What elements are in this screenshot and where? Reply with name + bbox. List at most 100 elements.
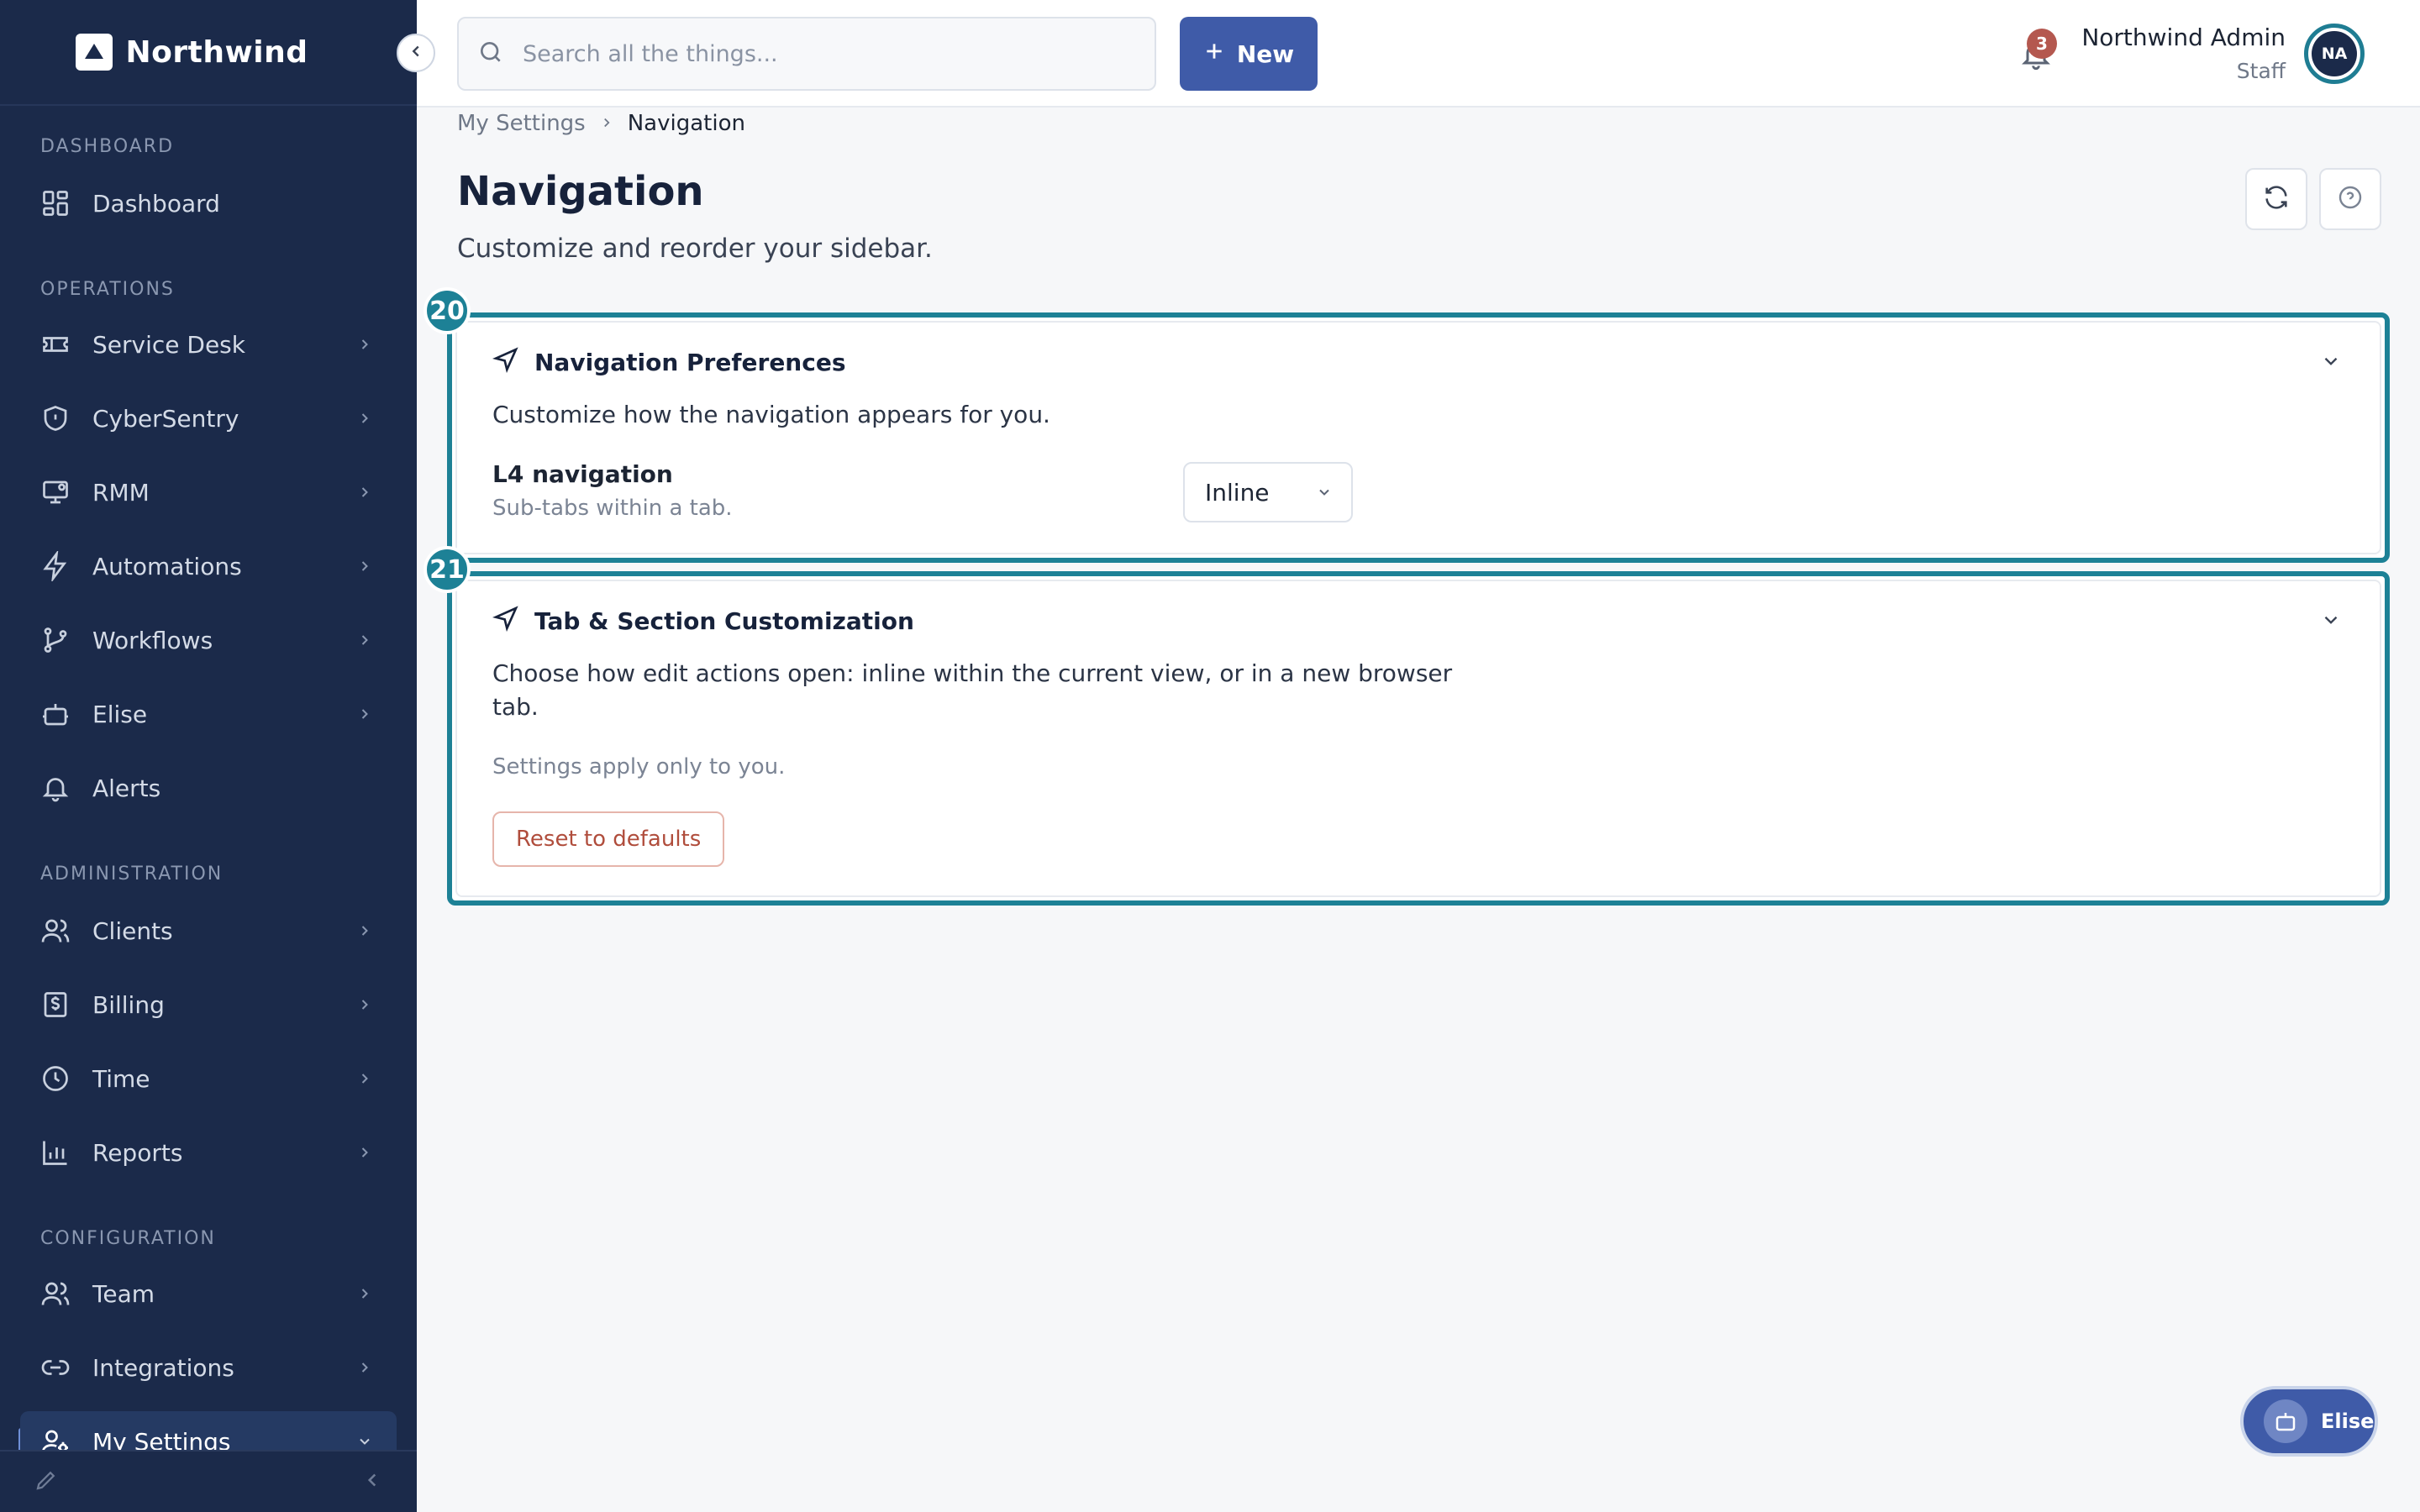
step-badge-20: 20 (424, 287, 471, 334)
search-box[interactable] (457, 17, 1156, 91)
sidebar-item-workflows[interactable]: Workflows (20, 610, 397, 670)
reset-to-defaults-button[interactable]: Reset to defaults (492, 811, 725, 867)
monitor-icon (39, 475, 72, 509)
sidebar-item-team[interactable]: Team (20, 1263, 397, 1324)
settings-scope-note: Settings apply only to you. (492, 754, 786, 780)
users-icon (39, 914, 72, 948)
sidebar-item-clients[interactable]: Clients (20, 900, 397, 961)
chevron-right-icon (353, 1067, 376, 1090)
sidebar-item-label: Dashboard (92, 189, 220, 218)
sidebar-item-label: Clients (92, 916, 173, 945)
step-badge-21: 21 (424, 546, 471, 593)
l4-navigation-select[interactable]: Inline (1183, 462, 1353, 522)
navigation-preferences-header[interactable]: Navigation Preferences (492, 346, 846, 379)
bot-icon (39, 697, 72, 731)
select-value: Inline (1205, 478, 1270, 507)
chevron-right-icon (353, 407, 376, 430)
sidebar-item-label: CyberSentry (92, 404, 239, 433)
chevron-right-icon (353, 1356, 376, 1379)
sidebar-item-billing[interactable]: Billing (20, 974, 397, 1035)
refresh-button[interactable] (2245, 168, 2307, 230)
section-dashboard: DASHBOARD (40, 136, 175, 157)
section-operations: OPERATIONS (40, 279, 175, 300)
sidebar-item-elise[interactable]: Elise (20, 684, 397, 744)
card-title: Tab & Section Customization (534, 607, 914, 635)
top-bar: New 3 Northwind Admin Staff NA (417, 0, 2420, 108)
sidebar-item-alerts[interactable]: Alerts (20, 758, 397, 818)
collapse-sidebar-icon[interactable] (361, 1469, 383, 1494)
chevron-right-icon (353, 919, 376, 942)
sidebar-item-service-desk[interactable]: Service Desk (20, 314, 397, 375)
link-icon (39, 1351, 72, 1384)
elise-assistant-button[interactable]: Elise (2240, 1386, 2378, 1457)
sidebar-item-time[interactable]: Time (20, 1048, 397, 1109)
sidebar: Northwind DASHBOARD Dashboard OPERATIONS… (0, 0, 417, 1512)
sidebar-item-label: Billing (92, 990, 165, 1019)
section-configuration: CONFIGURATION (40, 1228, 216, 1249)
sidebar-item-label: Reports (92, 1138, 183, 1167)
chevron-right-icon (599, 111, 614, 136)
chevron-down-icon (1316, 479, 1333, 507)
section-administration: ADMINISTRATION (40, 864, 224, 885)
bar-chart-icon (39, 1136, 72, 1169)
sidebar-item-label: Time (92, 1064, 150, 1093)
help-button[interactable] (2319, 168, 2381, 230)
sidebar-item-label: Elise (92, 700, 148, 728)
edit-pencil-icon[interactable] (34, 1467, 59, 1496)
sidebar-item-label: Service Desk (92, 330, 245, 359)
chevron-right-icon (353, 333, 376, 356)
card-title: Navigation Preferences (534, 349, 846, 376)
plus-icon (1203, 40, 1225, 68)
sidebar-item-cybersentry[interactable]: CyberSentry (20, 388, 397, 449)
chevron-down-icon[interactable] (2317, 606, 2345, 634)
chevron-right-icon (353, 993, 376, 1016)
chevron-right-icon (353, 1141, 376, 1164)
card-description-line-2: tab. (492, 693, 539, 721)
search-input[interactable] (523, 40, 1155, 67)
brand[interactable]: Northwind (0, 0, 417, 106)
sidebar-item-label: RMM (92, 478, 150, 507)
chevron-right-icon (353, 628, 376, 652)
sidebar-item-integrations[interactable]: Integrations (20, 1337, 397, 1398)
bot-icon (2264, 1399, 2307, 1443)
branch-icon (39, 623, 72, 657)
new-button[interactable]: New (1180, 17, 1318, 91)
sidebar-item-label: Workflows (92, 626, 213, 654)
receipt-icon (39, 988, 72, 1021)
card-description-line-1: Choose how edit actions open: inline wit… (492, 659, 1453, 687)
avatar[interactable]: NA (2304, 24, 2365, 84)
sidebar-item-label: Alerts (92, 774, 161, 802)
sidebar-item-automations[interactable]: Automations (20, 536, 397, 596)
lightning-icon (39, 549, 72, 583)
new-button-label: New (1236, 39, 1295, 68)
avatar-initials: NA (2312, 31, 2357, 76)
page-subtitle: Customize and reorder your sidebar. (457, 234, 933, 264)
elise-label: Elise (2321, 1410, 2375, 1433)
breadcrumb: My Settings Navigation (457, 111, 745, 136)
chevron-right-icon (353, 480, 376, 504)
page-title: Navigation (457, 168, 704, 215)
field-hint: Sub-tabs within a tab. (492, 496, 733, 521)
sidebar-item-label: Integrations (92, 1353, 234, 1382)
card-description: Customize how the navigation appears for… (492, 401, 1050, 428)
sidebar-item-dashboard[interactable]: Dashboard (20, 173, 397, 234)
northwind-logo-icon (75, 34, 113, 71)
ticket-icon (39, 328, 72, 361)
users-icon (39, 1277, 72, 1310)
navigation-arrow-icon (492, 346, 519, 379)
sidebar-item-rmm[interactable]: RMM (20, 462, 397, 522)
sidebar-footer (0, 1450, 417, 1512)
chevron-down-icon[interactable] (2317, 347, 2345, 375)
bell-icon (39, 771, 72, 805)
refresh-icon (2262, 183, 2291, 215)
notification-count-badge: 3 (2027, 29, 2057, 59)
user-name[interactable]: Northwind Admin (2081, 24, 2286, 51)
sidebar-item-reports[interactable]: Reports (20, 1122, 397, 1183)
sidebar-toggle-button[interactable] (397, 34, 435, 72)
clock-icon (39, 1062, 72, 1095)
tab-section-customization-header[interactable]: Tab & Section Customization (492, 605, 914, 638)
sidebar-item-label: Automations (92, 552, 242, 580)
chevron-left-icon (407, 42, 425, 64)
breadcrumb-parent[interactable]: My Settings (457, 111, 586, 136)
breadcrumb-current: Navigation (627, 111, 745, 136)
